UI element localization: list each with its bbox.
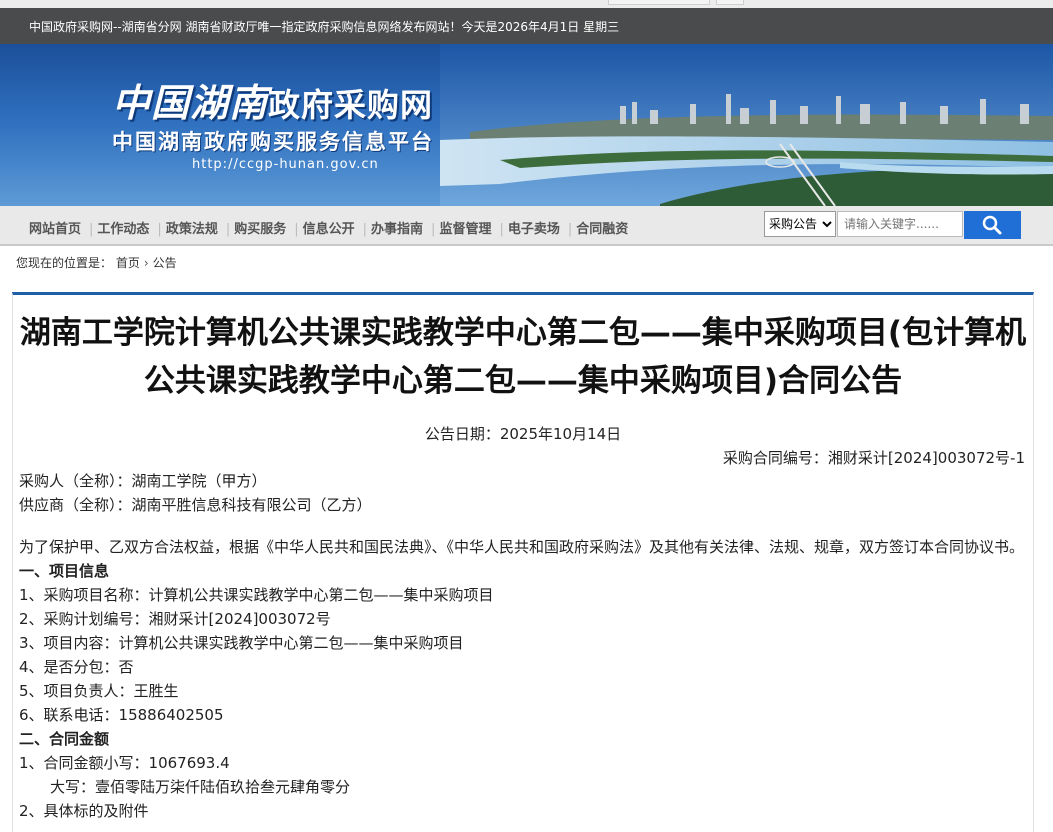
project-info-item: 5、项目负责人：王胜生 bbox=[19, 682, 179, 700]
site-url: http://ccgp-hunan.gov.cn bbox=[192, 157, 379, 172]
browser-tab-edge bbox=[716, 0, 744, 5]
nav-item[interactable]: 政策法规 bbox=[153, 218, 221, 237]
logo-title-text: 政府采购网 bbox=[268, 86, 434, 124]
nav-menu: 网站首页工作动态政策法规购买服务信息公开办事指南监督管理电子卖场合同融资 bbox=[25, 218, 632, 237]
breadcrumb-home-link[interactable]: 首页 bbox=[116, 256, 140, 270]
city-river-panorama bbox=[440, 44, 1053, 206]
breadcrumb-current[interactable]: 公告 bbox=[153, 256, 177, 270]
nav-item[interactable]: 监督管理 bbox=[427, 218, 495, 237]
article-panel: 湖南工学院计算机公共课实践教学中心第二包——集中采购项目(包计算机公共课实践教学… bbox=[12, 292, 1034, 832]
site-logo[interactable]: 中国湖南政府采购网 bbox=[112, 72, 433, 127]
intro-paragraph: 为了保护甲、乙双方合法权益，根据《中华人民共和国民法典》、《中华人民共和国政府采… bbox=[19, 538, 1025, 556]
publish-date: 公告日期：2025年10月14日 bbox=[424, 425, 622, 443]
site-banner: 中国湖南政府采购网 中国湖南政府购买服务信息平台 http://ccgp-hun… bbox=[0, 44, 1053, 206]
project-info-item: 4、是否分包：否 bbox=[19, 658, 134, 676]
logo-script-text: 中国湖南 bbox=[112, 80, 269, 125]
breadcrumb: 您现在的位置是： 首页 › 公告 bbox=[16, 254, 177, 271]
nav-item[interactable]: 工作动态 bbox=[85, 218, 153, 237]
project-info-item: 1、采购项目名称：计算机公共课实践教学中心第二包——集中采购项目 bbox=[19, 586, 494, 604]
nav-item[interactable]: 网站首页 bbox=[25, 218, 85, 237]
nav-item[interactable]: 电子卖场 bbox=[495, 218, 563, 237]
article-title: 湖南工学院计算机公共课实践教学中心第二包——集中采购项目(包计算机公共课实践教学… bbox=[19, 315, 1027, 399]
search-category-select[interactable]: 采购公告 bbox=[764, 211, 836, 237]
nav-item[interactable]: 办事指南 bbox=[359, 218, 427, 237]
amount-numeric: 1、合同金额小写：1067693.4 bbox=[19, 754, 230, 772]
main-nav: 网站首页工作动态政策法规购买服务信息公开办事指南监督管理电子卖场合同融资 采购公… bbox=[0, 206, 1053, 246]
buyer-line: 采购人（全称）：湖南工学院（甲方） bbox=[19, 472, 267, 490]
site-info-text: 中国政府采购网--湖南省分网 湖南省财政厅唯一指定政府采购信息网络发布网站！今天… bbox=[29, 20, 620, 34]
section-heading-contract-amount: 二、合同金额 bbox=[19, 730, 110, 748]
supplier-line: 供应商（全称）：湖南平胜信息科技有限公司（乙方） bbox=[19, 496, 372, 514]
chevron-right-icon: › bbox=[143, 256, 149, 270]
amount-uppercase: 大写：壹佰零陆万柒仟陆佰玖拾叁元肆角零分 bbox=[50, 778, 351, 796]
party-info: 采购人（全称）：湖南工学院（甲方） 供应商（全称）：湖南平胜信息科技有限公司（乙… bbox=[19, 469, 1029, 517]
nav-item[interactable]: 购买服务 bbox=[222, 218, 290, 237]
section-heading-project-info: 一、项目信息 bbox=[19, 562, 110, 580]
nav-item[interactable]: 合同融资 bbox=[564, 218, 632, 237]
breadcrumb-prefix: 您现在的位置是： bbox=[16, 256, 113, 270]
project-info-item: 2、采购计划编号：湘财采计[2024]003072号 bbox=[19, 610, 331, 628]
search-button[interactable] bbox=[964, 211, 1021, 239]
project-info-item: 6、联系电话：15886402505 bbox=[19, 706, 224, 724]
search-input[interactable] bbox=[837, 211, 963, 237]
browser-tab-edge bbox=[608, 0, 710, 5]
search-icon bbox=[982, 215, 1002, 235]
platform-name: 中国湖南政府购买服务信息平台 bbox=[112, 130, 434, 154]
top-info-bar: 中国政府采购网--湖南省分网 湖南省财政厅唯一指定政府采购信息网络发布网站！今天… bbox=[0, 0, 1053, 44]
project-info-item: 3、项目内容：计算机公共课实践教学中心第二包——集中采购项目 bbox=[19, 634, 464, 652]
nav-item[interactable]: 信息公开 bbox=[290, 218, 358, 237]
article-body: 为了保护甲、乙双方合法权益，根据《中华人民共和国民法典》、《中华人民共和国政府采… bbox=[19, 535, 1029, 823]
contract-number: 采购合同编号：湘财采计[2024]003072号-1 bbox=[722, 449, 1025, 467]
subject-and-attachments-line: 2、具体标的及附件 bbox=[19, 802, 149, 820]
